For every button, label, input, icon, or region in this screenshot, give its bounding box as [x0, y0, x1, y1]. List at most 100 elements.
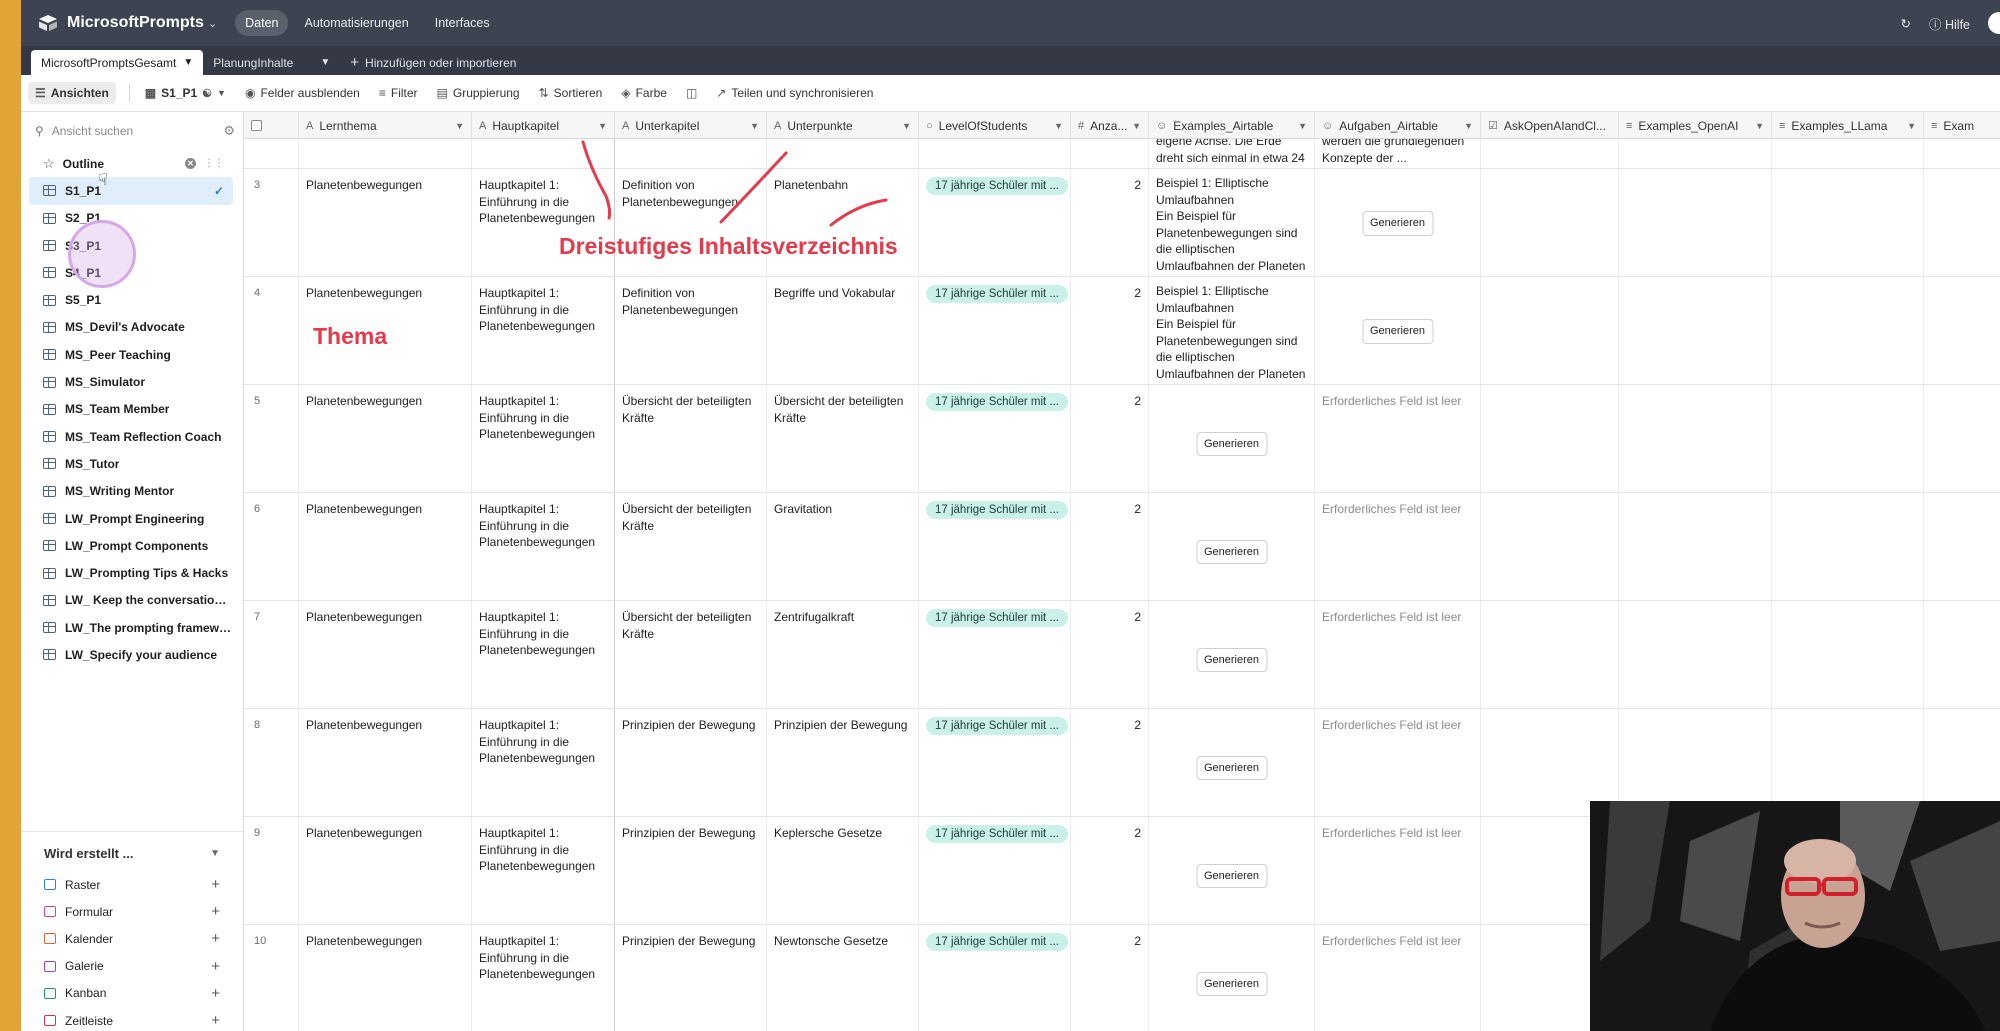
tab-planunginhalte[interactable]: PlanungInhalte: [203, 50, 303, 75]
create-kanban-view[interactable]: Kanban +: [21, 980, 244, 1007]
level-cell[interactable]: 17 jährige Schüler mit ...: [919, 709, 1071, 816]
hauptkapitel-cell[interactable]: Hauptkapitel 1: Einführung in die Planet…: [472, 709, 615, 816]
nav-interfaces[interactable]: Interfaces: [425, 10, 500, 36]
column-header-examples-llama[interactable]: ≡ Examples_LLama ▼: [1772, 112, 1924, 139]
row-number-cell[interactable]: 7: [244, 601, 299, 708]
hauptkapitel-cell[interactable]: Hauptkapitel 1: Einführung in die Planet…: [472, 493, 615, 600]
select-all-checkbox[interactable]: [244, 112, 299, 139]
sidebar-item-outline[interactable]: ☆ Outline ✕ ⋮⋮: [29, 150, 233, 177]
anzahl-cell[interactable]: 2: [1071, 925, 1149, 1031]
aufgaben-airtable-cell[interactable]: Generieren: [1315, 169, 1481, 276]
chevron-down-icon[interactable]: ▼: [902, 121, 911, 131]
anzahl-cell[interactable]: 2: [1071, 601, 1149, 708]
hauptkapitel-cell[interactable]: Hauptkapitel 1: Einführung in die Planet…: [472, 277, 615, 384]
row-number-cell[interactable]: 10: [244, 925, 299, 1031]
examples-llama-cell[interactable]: [1772, 139, 1924, 168]
unterkapitel-cell[interactable]: Prinzipien der Bewegung: [615, 925, 767, 1031]
row-number-cell[interactable]: 4: [244, 277, 299, 384]
examples-llama-cell[interactable]: [1772, 709, 1924, 816]
unterpunkte-cell[interactable]: Übersicht der beteiligten Kräfte: [767, 385, 919, 492]
examples-airtable-cell[interactable]: Generieren: [1149, 925, 1315, 1031]
unterpunkte-cell[interactable]: Begriffe und Vokabular: [767, 277, 919, 384]
aufgaben-airtable-cell[interactable]: Erforderliches Feld ist leer: [1315, 925, 1481, 1031]
examples-openai-cell[interactable]: [1619, 601, 1772, 708]
examples-airtable-cell[interactable]: Generieren: [1149, 493, 1315, 600]
sidebar-item-ms-devils-advocate[interactable]: MS_Devil's Advocate: [29, 314, 233, 341]
sidebar-item-ms-team-member[interactable]: MS_Team Member: [29, 396, 233, 423]
sidebar-item-lw-prompting-tips-hacks[interactable]: LW_Prompting Tips & Hacks: [29, 559, 233, 586]
lernthema-cell[interactable]: Planetenbewegungen: [299, 385, 472, 492]
askopenai-cell[interactable]: [1481, 601, 1619, 708]
generate-button[interactable]: Generieren: [1195, 539, 1268, 564]
plus-icon[interactable]: +: [211, 876, 220, 893]
chevron-down-icon[interactable]: ▼: [750, 121, 759, 131]
row-height-button[interactable]: ◫: [679, 82, 704, 104]
sidebar-item-ms-peer-teaching[interactable]: MS_Peer Teaching: [29, 341, 233, 368]
column-header-examples-airtable[interactable]: ☺ Examples_Airtable ▼: [1149, 112, 1315, 139]
examples-airtable-cell[interactable]: Generieren: [1149, 817, 1315, 924]
unterkapitel-cell[interactable]: Definition von Planetenbewegungen: [615, 169, 767, 276]
avatar[interactable]: [1988, 12, 2000, 34]
row-number-cell[interactable]: 6: [244, 493, 299, 600]
table-row[interactable]: 4 Planetenbewegungen Hauptkapitel 1: Einfü…: [244, 277, 2000, 385]
create-grid-view[interactable]: Raster +: [21, 871, 244, 898]
examples-airtable-cell[interactable]: Beispiel 1: Elliptische Umlaufbahnen Ein…: [1149, 169, 1315, 276]
sidebar-item-ms-team-reflection-coach[interactable]: MS_Team Reflection Coach: [29, 423, 233, 450]
aufgaben-airtable-cell[interactable]: Erforderliches Feld ist leer: [1315, 817, 1481, 924]
plus-icon[interactable]: +: [211, 958, 220, 975]
create-view-header[interactable]: Wird erstellt ... ▼: [21, 832, 244, 871]
anzahl-cell[interactable]: 2: [1071, 385, 1149, 492]
plus-icon[interactable]: +: [211, 903, 220, 920]
sidebar-item-s4-p1[interactable]: S4_P1: [29, 259, 233, 286]
hide-fields-button[interactable]: ◉ Felder ausblenden: [238, 82, 367, 104]
level-cell[interactable]: 17 jährige Schüler mit ...: [919, 817, 1071, 924]
sidebar-item-ms-simulator[interactable]: MS_Simulator: [29, 368, 233, 395]
examples-airtable-cell[interactable]: Generieren: [1149, 601, 1315, 708]
create-form-view[interactable]: Formular +: [21, 898, 244, 925]
examples-llama-cell[interactable]: [1772, 601, 1924, 708]
help-button[interactable]: ⓘ Hilfe: [1929, 14, 1970, 33]
sidebar-item-lw-specify-audience[interactable]: LW_Specify your audience: [29, 641, 233, 668]
level-cell[interactable]: 17 jährige Schüler mit ...: [919, 169, 1071, 276]
lernthema-cell[interactable]: Planetenbewegungen: [299, 277, 472, 384]
table-row[interactable]: eigene Achse. Die Erde dreht sich einmal…: [244, 139, 2000, 169]
column-header-levelofstudents[interactable]: ○ LevelOfStudents ▼: [919, 112, 1071, 139]
sidebar-item-ms-writing-mentor[interactable]: MS_Writing Mentor: [29, 478, 233, 505]
column-header-unterkapitel[interactable]: A Unterkapitel ▼: [615, 112, 767, 139]
lernthema-cell[interactable]: Planetenbewegungen: [299, 925, 472, 1031]
aufgaben-airtable-cell[interactable]: Generieren: [1315, 277, 1481, 384]
table-row[interactable]: 7 Planetenbewegungen Hauptkapitel 1: Einfü…: [244, 601, 2000, 709]
gear-icon[interactable]: ⚙: [223, 123, 235, 139]
chevron-down-icon[interactable]: ▼: [1132, 121, 1141, 131]
chevron-down-icon[interactable]: ▼: [1907, 121, 1916, 131]
unterkapitel-cell[interactable]: Prinzipien der Bewegung: [615, 817, 767, 924]
aufgaben-airtable-cell[interactable]: Erforderliches Feld ist leer: [1315, 385, 1481, 492]
row-number-cell[interactable]: 9: [244, 817, 299, 924]
unterkapitel-cell[interactable]: Übersicht der beteiligten Kräfte: [615, 601, 767, 708]
lernthema-cell[interactable]: Planetenbewegungen: [299, 601, 472, 708]
examples-llama-cell[interactable]: [1772, 277, 1924, 384]
examples-openai-cell[interactable]: [1619, 169, 1772, 276]
examples-llama-cell[interactable]: [1772, 385, 1924, 492]
view-search-input[interactable]: Ansicht suchen: [52, 124, 133, 138]
aufgaben-airtable-cell[interactable]: Erforderliches Feld ist leer: [1315, 493, 1481, 600]
share-sync-button[interactable]: ↗ Teilen und synchronisieren: [709, 82, 880, 104]
view-search[interactable]: ⚲ Ansicht suchen ⚙: [35, 116, 235, 146]
create-gallery-view[interactable]: Galerie +: [21, 953, 244, 980]
generate-button[interactable]: Generieren: [1195, 863, 1268, 888]
hauptkapitel-cell[interactable]: Hauptkapitel 1: Einführung in die Planet…: [472, 817, 615, 924]
table-row[interactable]: 3 Planetenbewegungen Hauptkapitel 1: Einfü…: [244, 169, 2000, 277]
chevron-down-icon[interactable]: ▼: [1755, 121, 1764, 131]
aufgaben-airtable-cell[interactable]: werden die grundlegenden Konzepte der ..…: [1315, 139, 1481, 168]
examples-airtable-cell[interactable]: Generieren: [1149, 385, 1315, 492]
add-or-import-button[interactable]: + Hinzufügen oder importieren: [340, 50, 526, 75]
level-cell[interactable]: 17 jährige Schüler mit ...: [919, 277, 1071, 384]
unterpunkte-cell[interactable]: Prinzipien der Bewegung: [767, 709, 919, 816]
sidebar-item-lw-prompt-components[interactable]: LW_Prompt Components: [29, 532, 233, 559]
nav-automatisierungen[interactable]: Automatisierungen: [294, 10, 418, 36]
examples-airtable-cell[interactable]: Generieren: [1149, 709, 1315, 816]
sort-button[interactable]: ⇅ Sortieren: [532, 82, 610, 104]
unterkapitel-cell[interactable]: Übersicht der beteiligten Kräfte: [615, 493, 767, 600]
group-button[interactable]: ▤ Gruppierung: [430, 82, 527, 104]
drag-handle-icon[interactable]: ⋮⋮: [204, 158, 224, 169]
